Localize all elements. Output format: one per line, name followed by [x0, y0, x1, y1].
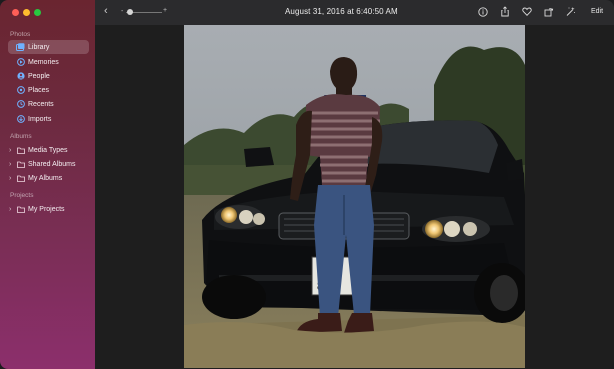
sidebar-item-label: Media Types — [28, 146, 68, 154]
sidebar-item-label: My Albums — [28, 174, 63, 182]
zoom-slider-knob[interactable] — [127, 9, 133, 15]
library-icon — [16, 43, 25, 52]
sidebar-item-label: Library — [28, 43, 50, 51]
zoom-out-label: - — [121, 8, 124, 15]
sidebar-item-label: People — [28, 72, 50, 80]
photo-illustration: K A 8 G — [184, 25, 525, 368]
photos-window: Photos Library Memories People Places Re… — [0, 0, 614, 369]
sidebar-item-label: Imports — [28, 115, 52, 123]
sidebar-item-label: My Projects — [28, 205, 65, 213]
photo[interactable]: K A 8 G — [184, 25, 525, 368]
sidebar-item-library[interactable]: Library — [8, 40, 89, 54]
sidebar-item-places[interactable]: Places — [8, 83, 89, 97]
share-icon[interactable] — [499, 6, 510, 17]
sidebar-item-shared-albums[interactable]: › Shared Albums — [8, 157, 89, 171]
sidebar-item-imports[interactable]: Imports — [8, 112, 89, 126]
sidebar-item-my-projects[interactable]: › My Projects — [8, 202, 89, 216]
back-icon[interactable]: ‹ — [104, 5, 108, 17]
favorite-icon[interactable] — [521, 6, 532, 17]
folder-icon — [16, 146, 25, 155]
people-icon — [16, 72, 25, 81]
clock-icon — [16, 100, 25, 109]
info-icon[interactable] — [477, 6, 488, 17]
sidebar-item-label: Memories — [28, 58, 59, 66]
toolbar: ‹ - + August 31, 2016 at 6:40:50 AM Edit — [95, 0, 614, 25]
zoom-window-button[interactable] — [34, 9, 41, 16]
edit-button[interactable]: Edit — [591, 8, 603, 15]
sidebar-item-media-types[interactable]: › Media Types — [8, 143, 89, 157]
sidebar-item-label: Recents — [28, 100, 54, 108]
photo-date-title: August 31, 2016 at 6:40:50 AM — [285, 7, 398, 16]
section-title-photos: Photos — [10, 31, 31, 38]
import-icon — [16, 115, 25, 124]
enhance-icon[interactable] — [565, 6, 576, 17]
window-controls — [12, 9, 41, 16]
sidebar-item-label: Places — [28, 86, 50, 94]
sidebar-item-people[interactable]: People — [8, 69, 89, 83]
rotate-icon[interactable] — [543, 6, 554, 17]
sidebar: Photos Library Memories People Places Re… — [0, 0, 95, 369]
section-title-albums: Albums — [10, 133, 32, 140]
chevron-right-icon[interactable]: › — [9, 175, 11, 182]
folder-icon — [16, 174, 25, 183]
sidebar-item-recents[interactable]: Recents — [8, 97, 89, 111]
sidebar-item-my-albums[interactable]: › My Albums — [8, 171, 89, 185]
sidebar-item-memories[interactable]: Memories — [8, 55, 89, 69]
zoom-in-label: + — [163, 7, 168, 14]
section-title-projects: Projects — [10, 192, 34, 199]
folder-icon — [16, 205, 25, 214]
places-icon — [16, 86, 25, 95]
sidebar-item-label: Shared Albums — [28, 160, 76, 168]
minimize-window-button[interactable] — [23, 9, 30, 16]
folder-icon — [16, 160, 25, 169]
chevron-right-icon[interactable]: › — [9, 206, 11, 213]
photo-viewer: K A 8 G — [95, 25, 614, 369]
close-window-button[interactable] — [12, 9, 19, 16]
memories-icon — [16, 58, 25, 67]
chevron-right-icon[interactable]: › — [9, 161, 11, 168]
chevron-right-icon[interactable]: › — [9, 147, 11, 154]
